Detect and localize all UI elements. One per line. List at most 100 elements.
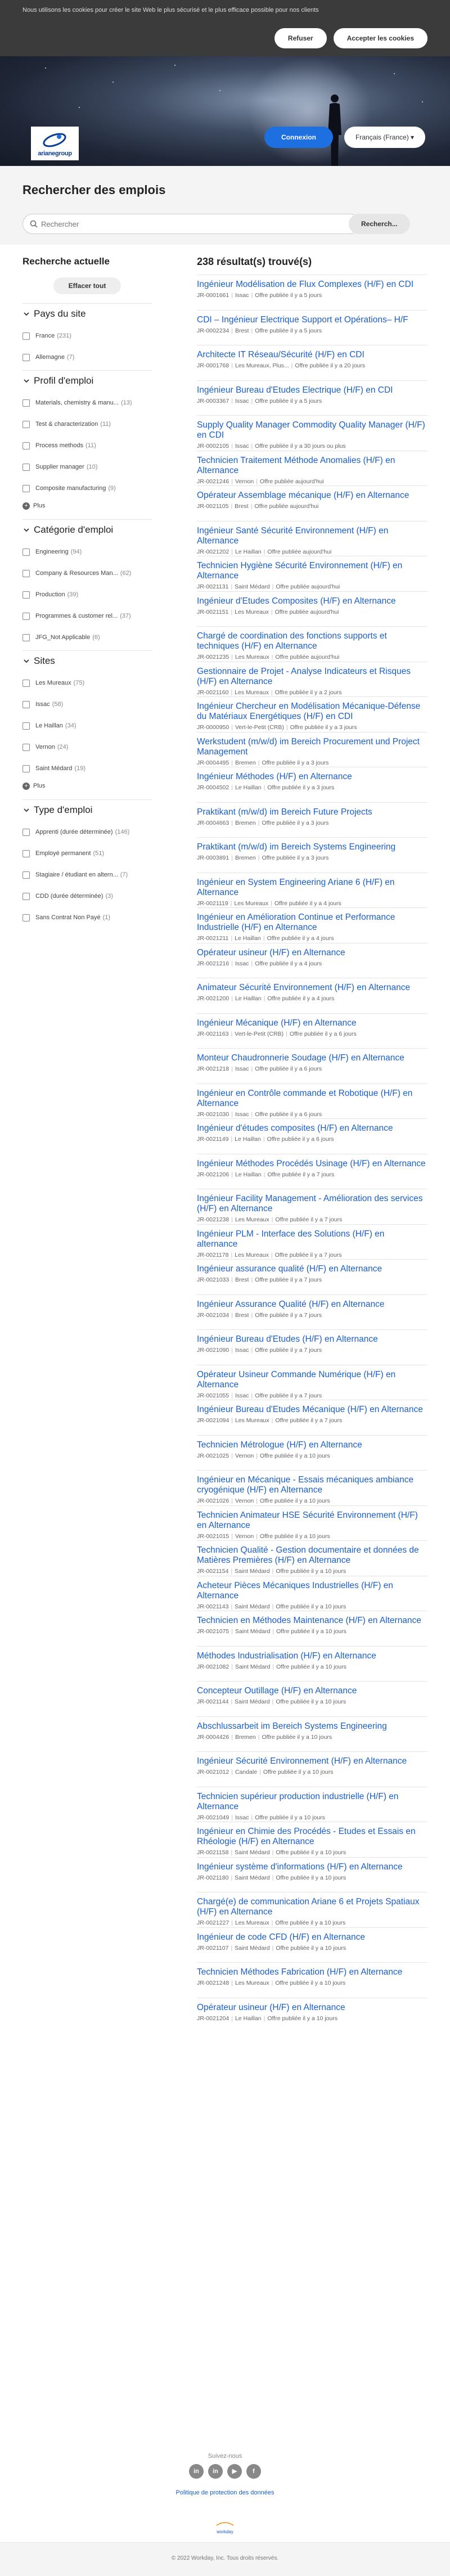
job-title-link[interactable]: Technicien Qualité - Gestion documentair…: [197, 1545, 428, 1566]
job-title-link[interactable]: Gestionnaire de Projet - Analyse Indicat…: [197, 667, 428, 687]
checkbox[interactable]: [22, 828, 30, 836]
job-title-link[interactable]: Ingénieur Méthodes (H/F) en Alternance: [197, 772, 428, 782]
checkbox[interactable]: [22, 849, 30, 857]
privacy-policy-link[interactable]: Politique de protection des données: [0, 2489, 450, 2496]
facet-option[interactable]: Vernon (24): [22, 736, 152, 758]
checkbox[interactable]: [22, 679, 30, 687]
facet-header[interactable]: Profil d'emploi: [22, 375, 152, 386]
job-title-link[interactable]: Monteur Chaudronnerie Soudage (H/F) en A…: [197, 1053, 428, 1063]
checkbox[interactable]: [22, 914, 30, 921]
job-title-link[interactable]: Ingénieur de code CFD (H/F) en Alternanc…: [197, 1932, 428, 1943]
facet-option[interactable]: Allemagne (7): [22, 347, 152, 368]
facet-option[interactable]: CDD (durée déterminée) (3): [22, 885, 152, 907]
facet-option[interactable]: Les Mureaux (75): [22, 672, 152, 694]
job-title-link[interactable]: Ingénieur en Amélioration Continue et Pe…: [197, 912, 428, 933]
job-title-link[interactable]: Chargé(e) de communication Ariane 6 et P…: [197, 1897, 428, 1917]
checkbox[interactable]: [22, 700, 30, 708]
job-title-link[interactable]: Technicien Hygiène Sécurité Environnemen…: [197, 561, 428, 581]
facet-option[interactable]: Stagiaire / étudiant en altern... (7): [22, 864, 152, 885]
job-title-link[interactable]: Ingénieur en Chimie des Procédés - Etude…: [197, 1827, 428, 1847]
facet-header[interactable]: Pays du site: [22, 308, 152, 320]
job-title-link[interactable]: Praktikant (m/w/d) im Bereich Future Pro…: [197, 807, 428, 817]
job-title-link[interactable]: Werkstudent (m/w/d) im Bereich Procureme…: [197, 737, 428, 757]
checkbox[interactable]: [22, 612, 30, 620]
facet-option[interactable]: Apprenti (durée déterminée) (146): [22, 821, 152, 843]
facet-option[interactable]: Company & Resources Man... (62): [22, 563, 152, 584]
facet-option[interactable]: Production (39): [22, 584, 152, 605]
job-title-link[interactable]: Ingénieur Bureau d'Etudes (H/F) en Alter…: [197, 1334, 428, 1345]
job-title-link[interactable]: Architecte IT Réseau/Sécurité (H/F) en C…: [197, 350, 428, 360]
job-title-link[interactable]: Méthodes Industrialisation (H/F) en Alte…: [197, 1651, 428, 1661]
facet-option[interactable]: Employé permanent (51): [22, 843, 152, 864]
search-input[interactable]: [41, 214, 356, 233]
job-title-link[interactable]: Ingénieur en Contrôle commande et Roboti…: [197, 1089, 428, 1109]
job-title-link[interactable]: Opérateur Usineur Commande Numérique (H/…: [197, 1370, 428, 1390]
checkbox[interactable]: [22, 765, 30, 772]
job-title-link[interactable]: Technicien Métrologue (H/F) en Alternanc…: [197, 1440, 428, 1450]
job-title-link[interactable]: Technicien en Méthodes Maintenance (H/F)…: [197, 1616, 428, 1626]
checkbox[interactable]: [22, 463, 30, 471]
checkbox[interactable]: [22, 722, 30, 730]
checkbox[interactable]: [22, 399, 30, 407]
facet-header[interactable]: Catégorie d'emploi: [22, 524, 152, 536]
checkbox[interactable]: [22, 743, 30, 751]
checkbox[interactable]: [22, 353, 30, 361]
checkbox[interactable]: [22, 569, 30, 577]
job-title-link[interactable]: Ingénieur Modélisation de Flux Complexes…: [197, 280, 428, 290]
linkedin-icon[interactable]: in: [208, 2464, 223, 2479]
facet-option[interactable]: JFG_Not Applicable (6): [22, 627, 152, 648]
job-title-link[interactable]: Ingénieur système d'informations (H/F) e…: [197, 1862, 428, 1872]
checkbox[interactable]: [22, 892, 30, 900]
youtube-icon[interactable]: ▶: [227, 2464, 242, 2479]
job-title-link[interactable]: Abschlussarbeit im Bereich Systems Engin…: [197, 1721, 428, 1732]
job-title-link[interactable]: Technicien Animateur HSE Sécurité Enviro…: [197, 1510, 428, 1531]
accept-cookies-button[interactable]: Accepter les cookies: [333, 28, 428, 48]
search-button[interactable]: Recherch...: [349, 214, 410, 234]
checkbox[interactable]: [22, 633, 30, 641]
checkbox[interactable]: [22, 484, 30, 492]
job-title-link[interactable]: Ingénieur en Mécanique - Essais mécaniqu…: [197, 1475, 428, 1495]
arianegroup-logo[interactable]: arianegroup: [31, 127, 79, 160]
job-title-link[interactable]: Technicien Méthodes Fabrication (H/F) en…: [197, 1967, 428, 1977]
facebook-icon[interactable]: f: [246, 2464, 261, 2479]
checkbox[interactable]: [22, 442, 30, 449]
job-title-link[interactable]: Ingénieur d'études composites (H/F) en A…: [197, 1123, 428, 1134]
job-title-link[interactable]: Animateur Sécurité Environnement (H/F) e…: [197, 983, 428, 993]
facet-header[interactable]: Sites: [22, 655, 152, 667]
job-title-link[interactable]: Ingénieur Chercheur en Modélisation Méca…: [197, 702, 428, 722]
facet-header[interactable]: Type d'emploi: [22, 804, 152, 816]
job-title-link[interactable]: Ingénieur Santé Sécurité Environnement (…: [197, 526, 428, 546]
facet-option[interactable]: Le Haillan (34): [22, 715, 152, 736]
job-title-link[interactable]: Ingénieur Sécurité Environnement (H/F) e…: [197, 1756, 428, 1766]
job-title-link[interactable]: Ingénieur Méthodes Procédés Usinage (H/F…: [197, 1159, 428, 1169]
job-title-link[interactable]: Concepteur Outillage (H/F) en Alternance: [197, 1686, 428, 1696]
facet-option[interactable]: Saint Médard (19): [22, 758, 152, 779]
facet-option[interactable]: France (231): [22, 325, 152, 347]
more-button[interactable]: + Plus: [22, 499, 152, 512]
facet-option[interactable]: Programmes & customer rel... (37): [22, 605, 152, 627]
job-title-link[interactable]: Ingénieur assurance qualité (H/F) en Alt…: [197, 1264, 428, 1274]
job-title-link[interactable]: Technicien Traitement Méthode Anomalies …: [197, 456, 428, 476]
checkbox[interactable]: [22, 332, 30, 340]
facet-option[interactable]: Composite manufacturing (9): [22, 478, 152, 499]
facet-option[interactable]: Materials, chemistry & manu... (13): [22, 392, 152, 413]
job-title-link[interactable]: Ingénieur Facility Management - Améliora…: [197, 1194, 428, 1214]
job-title-link[interactable]: Ingénieur Bureau d'Etudes Mécanique (H/F…: [197, 1405, 428, 1415]
job-title-link[interactable]: Opérateur Assemblage mécanique (H/F) en …: [197, 491, 428, 501]
facet-option[interactable]: Supplier manager (10): [22, 456, 152, 478]
facet-option[interactable]: Process methods (11): [22, 435, 152, 456]
job-title-link[interactable]: Ingénieur d'Etudes Composites (H/F) en A…: [197, 596, 428, 606]
checkbox[interactable]: [22, 420, 30, 428]
connexion-button[interactable]: Connexion: [264, 127, 333, 148]
job-title-link[interactable]: Praktikant (m/w/d) im Bereich Systems En…: [197, 842, 428, 852]
checkbox[interactable]: [22, 548, 30, 556]
job-title-link[interactable]: Ingénieur Assurance Qualité (H/F) en Alt…: [197, 1300, 428, 1310]
job-title-link[interactable]: Chargé de coordination des fonctions sup…: [197, 631, 428, 651]
job-title-link[interactable]: Supply Quality Manager Commodity Quality…: [197, 420, 428, 440]
job-title-link[interactable]: Ingénieur PLM - Interface des Solutions …: [197, 1229, 428, 1249]
job-title-link[interactable]: Opérateur usineur (H/F) en Alternance: [197, 948, 428, 958]
job-title-link[interactable]: CDI – Ingénieur Electrique Support et Op…: [197, 315, 428, 325]
facet-option[interactable]: Issac (58): [22, 694, 152, 715]
linkedin-icon[interactable]: in: [189, 2464, 204, 2479]
checkbox[interactable]: [22, 591, 30, 599]
